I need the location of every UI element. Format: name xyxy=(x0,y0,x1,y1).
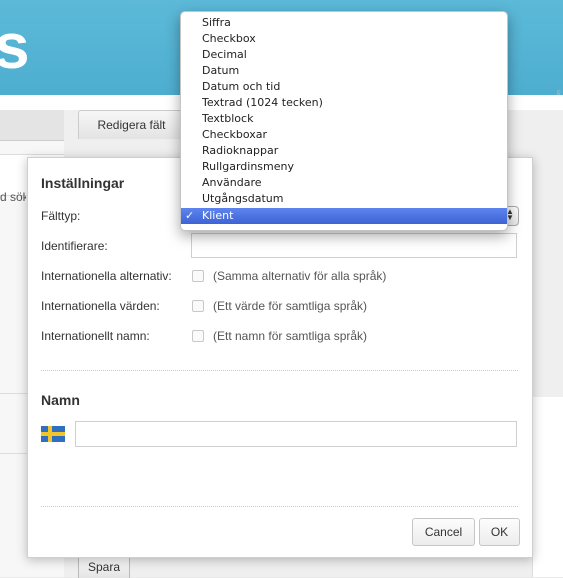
field-type-label: Fälttyp: xyxy=(41,209,81,223)
intl-values-text: (Ett värde för samtliga språk) xyxy=(213,299,368,313)
name-input[interactable] xyxy=(75,421,517,447)
footer-divider xyxy=(41,506,518,507)
divider xyxy=(0,393,28,394)
menu-item-textblock[interactable]: Textblock xyxy=(181,111,507,127)
right-panel xyxy=(532,397,563,577)
swedish-flag-icon xyxy=(41,426,65,442)
menu-item-datum-och-tid[interactable]: Datum och tid xyxy=(181,79,507,95)
menu-item-checkbox[interactable]: Checkbox xyxy=(181,31,507,47)
intl-name-label: Internationellt namn: xyxy=(41,329,150,343)
menu-item-utgangsdatum[interactable]: Utgångsdatum xyxy=(181,191,507,207)
left-sidebar-tab[interactable] xyxy=(0,110,64,141)
menu-item-checkboxar[interactable]: Checkboxar xyxy=(181,127,507,143)
name-section-title: Namn xyxy=(41,392,80,408)
menu-item-radioknappar[interactable]: Radioknappar xyxy=(181,143,507,159)
help-icon[interactable]: ♀ xyxy=(554,86,563,100)
menu-item-datum[interactable]: Datum xyxy=(181,63,507,79)
identifier-input[interactable] xyxy=(191,233,517,258)
menu-item-rullgardinsmeny[interactable]: Rullgardinsmeny xyxy=(181,159,507,175)
save-button[interactable]: Spara xyxy=(78,556,130,578)
menu-item-anvandare[interactable]: Användare xyxy=(181,175,507,191)
menu-item-siffra[interactable]: Siffra xyxy=(181,15,507,31)
intl-options-text: (Samma alternativ för alla språk) xyxy=(213,269,387,283)
app-logo: s xyxy=(0,10,30,82)
intl-name-checkbox[interactable] xyxy=(192,330,204,342)
divider xyxy=(0,453,28,454)
menu-item-klient[interactable]: ✓ Klient xyxy=(181,208,507,224)
intl-name-text: (Ett namn för samtliga språk) xyxy=(213,329,368,343)
checkmark-icon: ✓ xyxy=(185,209,195,222)
ok-button[interactable]: OK xyxy=(479,518,520,546)
intl-values-label: Internationella värden: xyxy=(41,299,160,313)
menu-item-textrad[interactable]: Textrad (1024 tecken) xyxy=(181,95,507,111)
field-type-menu: Siffra Checkbox Decimal Datum Datum och … xyxy=(180,11,508,231)
intl-options-label: Internationella alternativ: xyxy=(41,269,172,283)
menu-item-decimal[interactable]: Decimal xyxy=(181,47,507,63)
intl-options-checkbox[interactable] xyxy=(192,270,204,282)
left-search-label[interactable]: d sök xyxy=(0,190,26,204)
dialog-title: Inställningar xyxy=(41,175,125,191)
section-divider xyxy=(41,370,518,371)
tab-edit-fields[interactable]: Redigera fält xyxy=(78,110,185,139)
identifier-label: Identifierare: xyxy=(41,239,108,253)
cancel-button[interactable]: Cancel xyxy=(412,518,475,546)
intl-values-checkbox[interactable] xyxy=(192,300,204,312)
